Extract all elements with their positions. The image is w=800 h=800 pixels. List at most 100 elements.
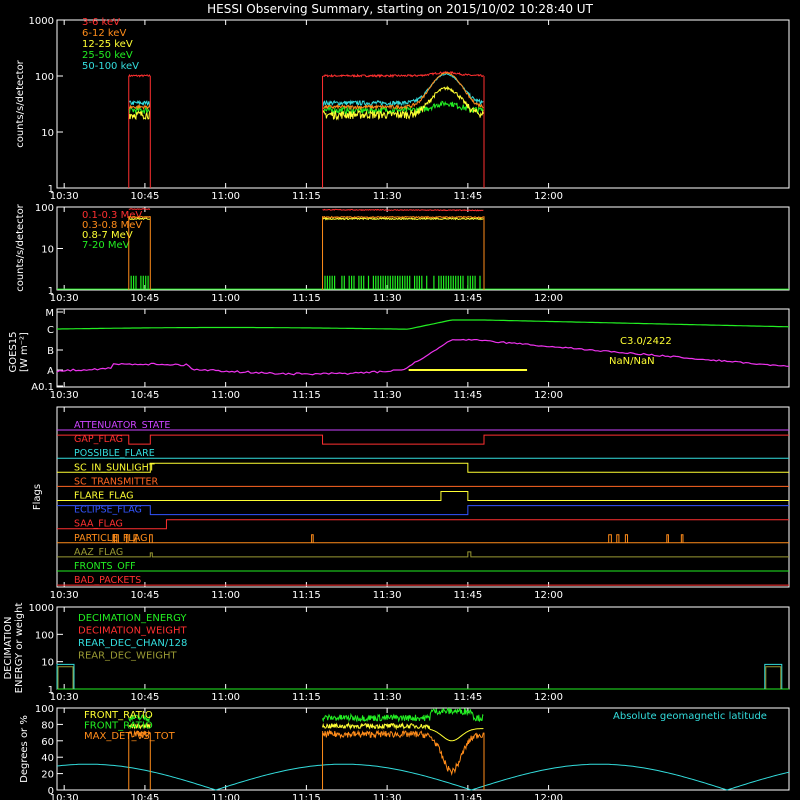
series-6-12-kev — [128, 72, 484, 111]
decimation-label-line2: ENERGY or weight — [14, 603, 25, 694]
y-tick-label: 1000 — [29, 603, 54, 614]
flag-label: GAP_FLAG — [74, 434, 123, 445]
legend-entry: Absolute geomagnetic latitude — [613, 711, 767, 722]
flag-label: BAD_PACKETS — [74, 575, 141, 586]
x-tick-label: 10:30 — [50, 692, 79, 703]
legend-entry: DECIMATION_WEIGHT — [78, 626, 187, 637]
y-axis-label: counts/s/detector — [15, 59, 26, 147]
particle-flag-spike — [149, 534, 153, 543]
x-tick-label: 10:30 — [50, 293, 79, 304]
legend-entry: DECIMATION_ENERGY — [78, 613, 187, 624]
flag-line — [57, 551, 789, 558]
series-rear-dec-chan — [56, 663, 75, 689]
x-tick-label: 10:45 — [130, 590, 159, 601]
series-front-ratio-yellow — [128, 721, 484, 742]
x-tick-label: 11:30 — [373, 390, 402, 401]
x-tick-label: 12:00 — [534, 293, 563, 304]
y-tick-label: 1 — [48, 685, 54, 696]
decimation-label-line1: DECIMATION — [3, 616, 14, 679]
x-tick-label: 10:30 — [50, 191, 79, 202]
x-tick-label: 12:00 — [534, 191, 563, 202]
x-tick-label: 11:15 — [292, 293, 321, 304]
x-tick-label: 11:30 — [373, 793, 402, 800]
y-axis-label: Degrees or % — [19, 715, 30, 783]
panel-lightcurves-low: 10:30 10:45 11:00 11:15 11:30 11:45 12:00 1 10 10… — [15, 16, 790, 202]
legend-entry: 12-25 keV — [82, 39, 133, 50]
x-tick-label: 11:15 — [292, 191, 321, 202]
plot-title: HESSI Observing Summary, starting on 201… — [207, 2, 593, 16]
y-tick-label: 10 — [41, 658, 54, 669]
x-tick-label: 11:00 — [211, 692, 240, 703]
y-tick-label: 60 — [41, 737, 54, 748]
flag-line — [57, 505, 789, 516]
y-tick-label: A0.1 — [31, 382, 54, 393]
series-geomagnetic-latitude — [56, 763, 790, 791]
x-tick-label: 12:00 — [534, 590, 563, 601]
x-tick-label: 11:30 — [373, 590, 402, 601]
panel-goes: 10:30 10:45 11:00 11:15 11:30 11:45 12:00 A0.1 A… — [8, 308, 790, 401]
series-max-det-vs-tot — [128, 729, 484, 776]
x-tick-label: 11:45 — [453, 793, 482, 800]
legend-entry: FRONT_RATIO — [84, 710, 153, 721]
y-tick-label: B — [47, 346, 54, 357]
y-axis-label: counts/s/detector — [15, 203, 26, 291]
x-tick-label: 11:15 — [292, 390, 321, 401]
x-tick-label: 11:00 — [211, 590, 240, 601]
goes-label: GOES15 — [8, 331, 19, 372]
panel-flags: 10:30 10:45 11:00 11:15 11:30 11:45 12:00 Flags… — [32, 406, 790, 601]
x-tick-label: 11:00 — [211, 793, 240, 800]
series-0.8-7-mev — [128, 217, 484, 221]
particle-flag-spike — [608, 534, 612, 543]
x-tick-label: 10:30 — [50, 390, 79, 401]
y-tick-label: 1 — [48, 184, 54, 195]
series-rear-dec-chan — [764, 663, 783, 689]
panel-lightcurves-low-frame — [56, 19, 790, 189]
legend-entry: 50-100 keV — [82, 61, 139, 72]
goes-annotation-nan: NaN/NaN — [609, 356, 655, 367]
particle-flag-spike — [311, 534, 314, 543]
legend-entry: 7-20 MeV — [82, 240, 130, 251]
x-tick-label: 12:00 — [534, 390, 563, 401]
flag-line — [57, 434, 789, 445]
flag-label: ATTENUATOR_STATE — [74, 420, 170, 431]
panel-flags-frame — [56, 406, 790, 588]
x-tick-label: 12:00 — [534, 692, 563, 703]
x-tick-label: 11:00 — [211, 293, 240, 304]
panel-lightcurves-high: 10:30 10:45 11:00 11:15 11:30 11:45 12:00 1 10 10… — [15, 203, 790, 304]
x-tick-label: 11:45 — [453, 692, 482, 703]
x-tick-label: 12:00 — [534, 793, 563, 800]
flag-line — [57, 491, 789, 501]
panel-goes-frame — [56, 308, 790, 388]
panel-decimation: 10:30 10:45 11:00 11:15 11:30 11:45 12:00 1 10 10… — [3, 603, 790, 703]
y-tick-label: 100 — [35, 704, 54, 715]
x-tick-label: 11:30 — [373, 293, 402, 304]
flags-axis-label: Flags — [32, 484, 43, 510]
particle-flag-spike — [666, 534, 669, 543]
y-tick-label: 10 — [41, 128, 54, 139]
panel-ratios: 10:30 10:45 11:00 11:15 11:30 11:45 12:00 0 20 40… — [19, 704, 790, 800]
legend-entry: REAR_DEC_CHAN/128 — [78, 638, 187, 649]
legend-entry: 25-50 keV — [82, 50, 133, 61]
legend-entry: 6-12 keV — [82, 28, 126, 39]
y-tick-label: 0 — [48, 786, 54, 797]
flag-label: POSSIBLE_FLARE — [74, 448, 155, 459]
flag-label: SC_TRANSMITTER — [74, 476, 159, 487]
goes-unit-label: [W m⁻²] — [19, 332, 30, 372]
y-tick-label: 20 — [41, 770, 54, 781]
x-tick-label: 11:15 — [292, 793, 321, 800]
x-tick-label: 11:30 — [373, 191, 402, 202]
x-tick-label: 11:15 — [292, 692, 321, 703]
y-tick-label: 100 — [35, 203, 54, 214]
y-tick-label: 1 — [48, 286, 54, 297]
x-tick-label: 11:00 — [211, 191, 240, 202]
particle-flag-spike — [680, 534, 684, 543]
panel-lightcurves-high-frame — [56, 206, 790, 291]
legend-entry: REAR_DEC_WEIGHT — [78, 651, 177, 662]
series-12-25-kev — [128, 85, 484, 121]
y-tick-label: 100 — [35, 72, 54, 83]
series-0.3-0.8-mev — [128, 215, 484, 219]
series-25-50-kev — [128, 100, 484, 116]
x-tick-label: 10:30 — [50, 590, 79, 601]
summary-plot: HESSI Observing Summary, starting on 201… — [3, 2, 790, 800]
y-tick-label: 40 — [41, 753, 54, 764]
